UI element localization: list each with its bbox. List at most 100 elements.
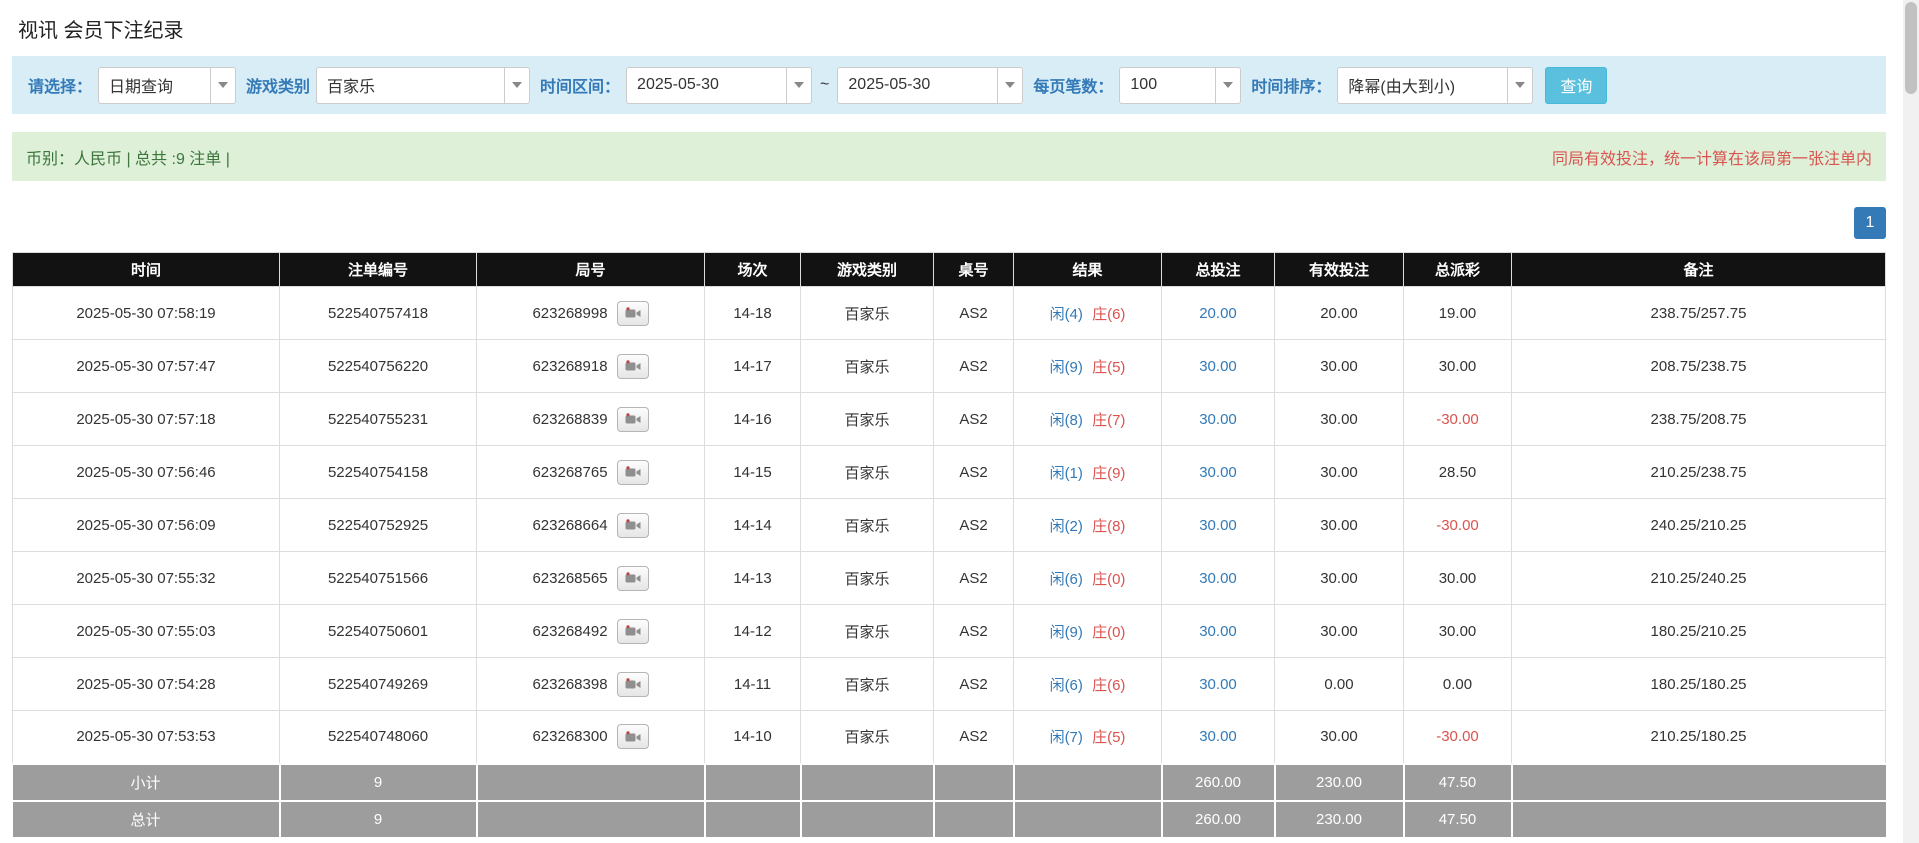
video-replay-button[interactable] (617, 724, 649, 749)
total-bet-link[interactable]: 20.00 (1199, 305, 1237, 322)
total-empty-cell (1512, 801, 1886, 838)
page-size-value: 100 (1120, 76, 1167, 94)
video-camera-icon (625, 625, 641, 637)
cell-session: 14-18 (705, 287, 801, 340)
total-bet-link[interactable]: 30.00 (1199, 464, 1237, 481)
cell-total-bet: 30.00 (1162, 605, 1275, 658)
cell-remark: 208.75/238.75 (1512, 340, 1886, 393)
cell-time: 2025-05-30 07:56:09 (13, 499, 280, 552)
cell-total-bet: 30.00 (1162, 446, 1275, 499)
time-range-label: 时间区间： (540, 73, 620, 97)
table-row: 2025-05-30 07:56:46 522540754158 6232687… (13, 446, 1886, 499)
total-empty-cell (801, 801, 934, 838)
cell-bet-id: 522540750601 (280, 605, 477, 658)
cell-bet-id: 522540751566 (280, 552, 477, 605)
cell-total-bet: 30.00 (1162, 393, 1275, 446)
total-bet-link[interactable]: 30.00 (1199, 411, 1237, 428)
cell-round: 623268765 (477, 446, 705, 499)
total-bet-link[interactable]: 30.00 (1199, 676, 1237, 693)
cell-bet-id: 522540748060 (280, 711, 477, 764)
cell-session: 14-14 (705, 499, 801, 552)
video-replay-button[interactable] (617, 301, 649, 326)
total-valid-bet: 230.00 (1275, 801, 1404, 838)
bet-records-table: 时间 注单编号 局号 场次 游戏类别 桌号 结果 总投注 有效投注 总派彩 备注… (12, 252, 1886, 839)
result-banker: 庄(7) (1092, 412, 1125, 429)
page-title: 视讯 会员下注纪录 (12, 0, 1886, 56)
cell-total-bet: 20.00 (1162, 287, 1275, 340)
cell-session: 14-11 (705, 658, 801, 711)
video-replay-button[interactable] (617, 566, 649, 591)
cell-valid-bet: 30.00 (1275, 711, 1404, 764)
query-type-select[interactable]: 日期查询 (98, 67, 236, 104)
scrollbar-thumb[interactable] (1905, 2, 1917, 94)
subtotal-empty-cell (1014, 764, 1162, 801)
cell-game-type: 百家乐 (801, 446, 934, 499)
cell-time: 2025-05-30 07:53:53 (13, 711, 280, 764)
video-replay-button[interactable] (617, 513, 649, 538)
currency-summary-text: 币别：人民币 | 总共 :9 注单 | (26, 145, 230, 169)
result-player: 闲(9) (1050, 624, 1083, 641)
video-replay-button[interactable] (617, 460, 649, 485)
total-empty-cell (705, 801, 801, 838)
total-label: 总计 (13, 801, 280, 838)
cell-table-no: AS2 (934, 605, 1014, 658)
chevron-down-icon (504, 68, 529, 103)
date-to-select[interactable]: 2025-05-30 (837, 67, 1023, 104)
result-player: 闲(2) (1050, 518, 1083, 535)
cell-session: 14-13 (705, 552, 801, 605)
page-size-select[interactable]: 100 (1119, 67, 1241, 104)
query-type-value: 日期查询 (99, 73, 183, 97)
cell-result: 闲(9) 庄(0) (1014, 605, 1162, 658)
scrollbar-track[interactable] (1903, 0, 1919, 843)
cell-game-type: 百家乐 (801, 711, 934, 764)
cell-bet-id: 522540755231 (280, 393, 477, 446)
round-number: 623268664 (532, 517, 607, 534)
video-replay-button[interactable] (617, 407, 649, 432)
page-button-1[interactable]: 1 (1854, 207, 1886, 239)
result-player: 闲(9) (1050, 359, 1083, 376)
cell-valid-bet: 0.00 (1275, 658, 1404, 711)
cell-session: 14-15 (705, 446, 801, 499)
total-empty-cell (1014, 801, 1162, 838)
cell-game-type: 百家乐 (801, 393, 934, 446)
cell-table-no: AS2 (934, 287, 1014, 340)
table-body: 2025-05-30 07:58:19 522540757418 6232689… (13, 287, 1886, 764)
header-remark: 备注 (1512, 253, 1886, 287)
cell-payout: 30.00 (1404, 605, 1512, 658)
cell-valid-bet: 30.00 (1275, 499, 1404, 552)
cell-remark: 180.25/180.25 (1512, 658, 1886, 711)
date-range-separator: ~ (820, 76, 829, 94)
round-number: 623268918 (532, 358, 607, 375)
cell-bet-id: 522540757418 (280, 287, 477, 340)
total-empty-cell (934, 801, 1014, 838)
cell-result: 闲(4) 庄(6) (1014, 287, 1162, 340)
video-replay-button[interactable] (617, 619, 649, 644)
total-bet-link[interactable]: 30.00 (1199, 570, 1237, 587)
time-sort-select[interactable]: 降幂(由大到小) (1337, 67, 1533, 104)
result-player: 闲(6) (1050, 571, 1083, 588)
cell-table-no: AS2 (934, 552, 1014, 605)
cell-game-type: 百家乐 (801, 287, 934, 340)
cell-round: 623268664 (477, 499, 705, 552)
cell-remark: 210.25/240.25 (1512, 552, 1886, 605)
result-banker: 庄(6) (1092, 677, 1125, 694)
cell-table-no: AS2 (934, 340, 1014, 393)
chevron-down-icon (1507, 68, 1532, 103)
table-header-row: 时间 注单编号 局号 场次 游戏类别 桌号 结果 总投注 有效投注 总派彩 备注 (13, 253, 1886, 287)
game-type-select[interactable]: 百家乐 (316, 67, 530, 104)
search-button[interactable]: 查询 (1545, 67, 1607, 104)
total-bet-link[interactable]: 30.00 (1199, 358, 1237, 375)
total-bet-link[interactable]: 30.00 (1199, 517, 1237, 534)
round-number: 623268300 (532, 728, 607, 745)
total-bet-link[interactable]: 30.00 (1199, 623, 1237, 640)
subtotal-valid-bet: 230.00 (1275, 764, 1404, 801)
subtotal-empty-cell (477, 764, 705, 801)
video-replay-button[interactable] (617, 354, 649, 379)
date-from-select[interactable]: 2025-05-30 (626, 67, 812, 104)
cell-round: 623268918 (477, 340, 705, 393)
total-bet-link[interactable]: 30.00 (1199, 728, 1237, 745)
total-total-bet: 260.00 (1162, 801, 1275, 838)
video-replay-button[interactable] (617, 672, 649, 697)
cell-result: 闲(8) 庄(7) (1014, 393, 1162, 446)
game-type-value: 百家乐 (317, 73, 385, 97)
